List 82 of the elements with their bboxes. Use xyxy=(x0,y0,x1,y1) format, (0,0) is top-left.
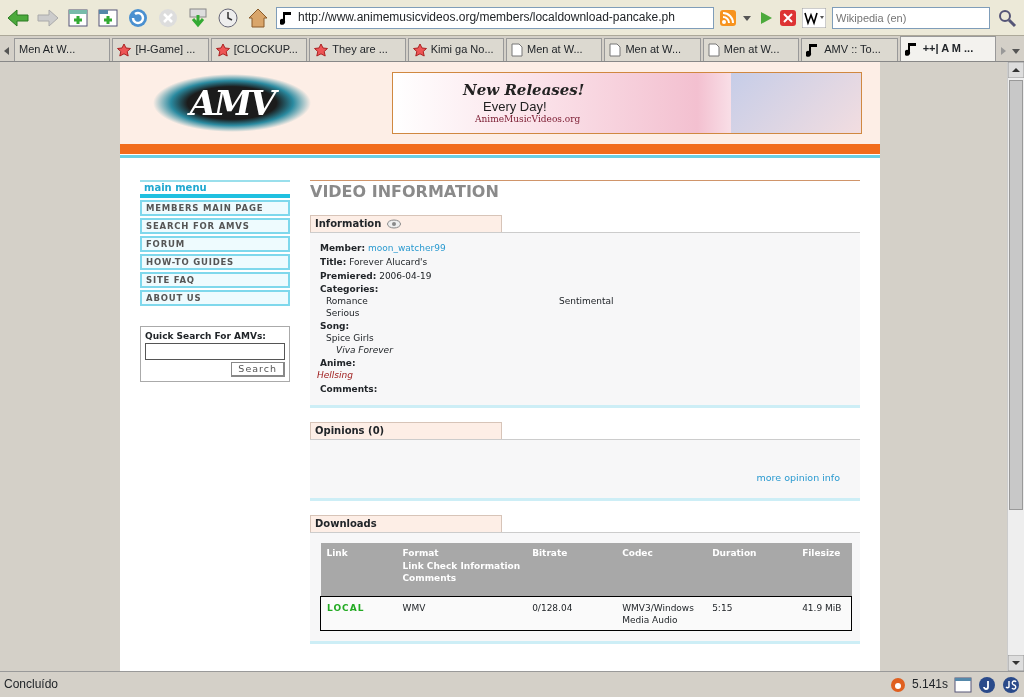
menu-link[interactable]: SEARCH FOR AMVS xyxy=(140,218,290,234)
download-icon[interactable] xyxy=(186,5,210,30)
column-title: Comments xyxy=(402,571,458,584)
menu-link[interactable]: ABOUT US xyxy=(140,290,290,306)
menu-link[interactable]: MEMBERS MAIN PAGE xyxy=(140,200,290,216)
go-icon[interactable] xyxy=(758,9,774,26)
table-cell: 0/128.04 xyxy=(532,602,573,613)
table-cell: WMV3/Windows Media Audio xyxy=(622,602,694,625)
banner-subline: Every Day! xyxy=(482,98,548,115)
section-title: Downloads xyxy=(315,518,377,530)
column-title: Format xyxy=(402,548,439,559)
table-cell: 41.9 MiB xyxy=(802,602,842,613)
menu-link[interactable]: HOW-TO GUIDES xyxy=(140,254,290,270)
field-value: Forever Alucard's xyxy=(349,256,428,267)
field-value: 2006-04-19 xyxy=(379,270,432,281)
search-button[interactable]: Search xyxy=(231,362,285,377)
browser-tab[interactable]: Men at W... xyxy=(604,38,701,61)
table-cell: 5:15 xyxy=(712,602,733,613)
column-title: Filesize xyxy=(802,548,841,559)
page-icon xyxy=(609,43,622,57)
close-icon[interactable] xyxy=(780,9,796,26)
browser-tab[interactable]: AMV :: To... xyxy=(801,38,898,61)
status-text: Concluído xyxy=(4,677,59,692)
column-title: Link Check Information xyxy=(402,559,521,572)
browser-tab[interactable]: Men at W... xyxy=(506,38,603,61)
banner-ad[interactable]: New Releases! Every Day! AnimeMusicVideos.org xyxy=(392,72,862,134)
star-icon xyxy=(215,43,230,57)
address-bar[interactable]: http://www.animemusicvideos.org/members/localdownload-pancake.ph xyxy=(276,6,714,29)
category-text: Sentimental xyxy=(559,295,615,308)
rss-icon[interactable] xyxy=(720,9,736,26)
artist-text: Spice Girls xyxy=(325,333,375,345)
search-engine-icon[interactable] xyxy=(802,7,826,28)
field-label: Member: xyxy=(320,243,366,254)
music-note-icon xyxy=(904,42,919,56)
category-text: Romance xyxy=(326,295,369,308)
category-text: Serious xyxy=(326,307,361,320)
scroll-up-icon[interactable] xyxy=(1008,62,1024,78)
table-cell: WMV xyxy=(402,602,426,613)
section-title: Opinions (0) xyxy=(315,425,385,437)
quick-search-title: Quick Search For AMVs: xyxy=(145,331,267,342)
browser-tab[interactable]: Men at W... xyxy=(702,38,800,61)
field-label: Premiered: xyxy=(320,270,377,281)
star-icon xyxy=(117,43,132,57)
browser-tab[interactable]: They are ... xyxy=(309,38,406,61)
clock-icon[interactable] xyxy=(216,5,240,30)
scrollbar-thumb[interactable] xyxy=(1009,80,1023,510)
page-title: VIDEO INFORMATION xyxy=(310,180,860,202)
star-icon xyxy=(412,43,427,57)
field-label: Song: xyxy=(320,321,351,333)
browser-tab[interactable]: Men At W... xyxy=(14,38,111,61)
scroll-down-icon[interactable] xyxy=(1008,655,1024,671)
banner-site: AnimeMusicVideos.org xyxy=(474,114,582,126)
field-label: Comments: xyxy=(320,383,379,396)
eye-icon[interactable] xyxy=(387,219,402,230)
field-label: Categories: xyxy=(320,284,380,296)
anime-link[interactable]: Hellsing xyxy=(317,370,353,382)
browser-tab[interactable]: [H-Game] ... xyxy=(112,38,209,61)
browser-tab[interactable]: ++| A M ... xyxy=(899,36,997,61)
field-label: Title: xyxy=(320,256,347,267)
star-icon xyxy=(314,43,329,57)
search-field[interactable]: Wikipedia (en) xyxy=(832,6,990,29)
menu-link[interactable]: SITE FAQ xyxy=(140,272,290,288)
j-circle-icon[interactable] xyxy=(978,675,996,694)
search-field[interactable] xyxy=(145,342,285,360)
browser-tab[interactable]: Kimi ga No... xyxy=(407,38,505,61)
column-title: Codec xyxy=(622,548,653,559)
load-time: 5.141s xyxy=(911,677,948,692)
section-title: Information xyxy=(315,218,382,230)
browser-tab[interactable]: [CLOCKUP... xyxy=(210,38,308,61)
song-title: Viva Forever xyxy=(335,344,395,357)
field-label: Anime: xyxy=(320,358,357,371)
column-title: Duration xyxy=(712,548,757,559)
js-circle-icon[interactable] xyxy=(1002,675,1020,694)
column-title: Link xyxy=(326,548,348,559)
music-note-icon xyxy=(280,10,294,25)
window-icon[interactable] xyxy=(954,675,972,694)
banner-headline: New Releases! xyxy=(463,80,586,99)
url-text: http://www.animemusicvideos.org/members/localdownload-pancake.ph xyxy=(298,10,675,25)
column-title: Bitrate xyxy=(532,548,568,559)
page-icon xyxy=(707,43,720,57)
page-icon xyxy=(511,43,524,57)
menu-link[interactable]: FORUM xyxy=(140,236,290,252)
